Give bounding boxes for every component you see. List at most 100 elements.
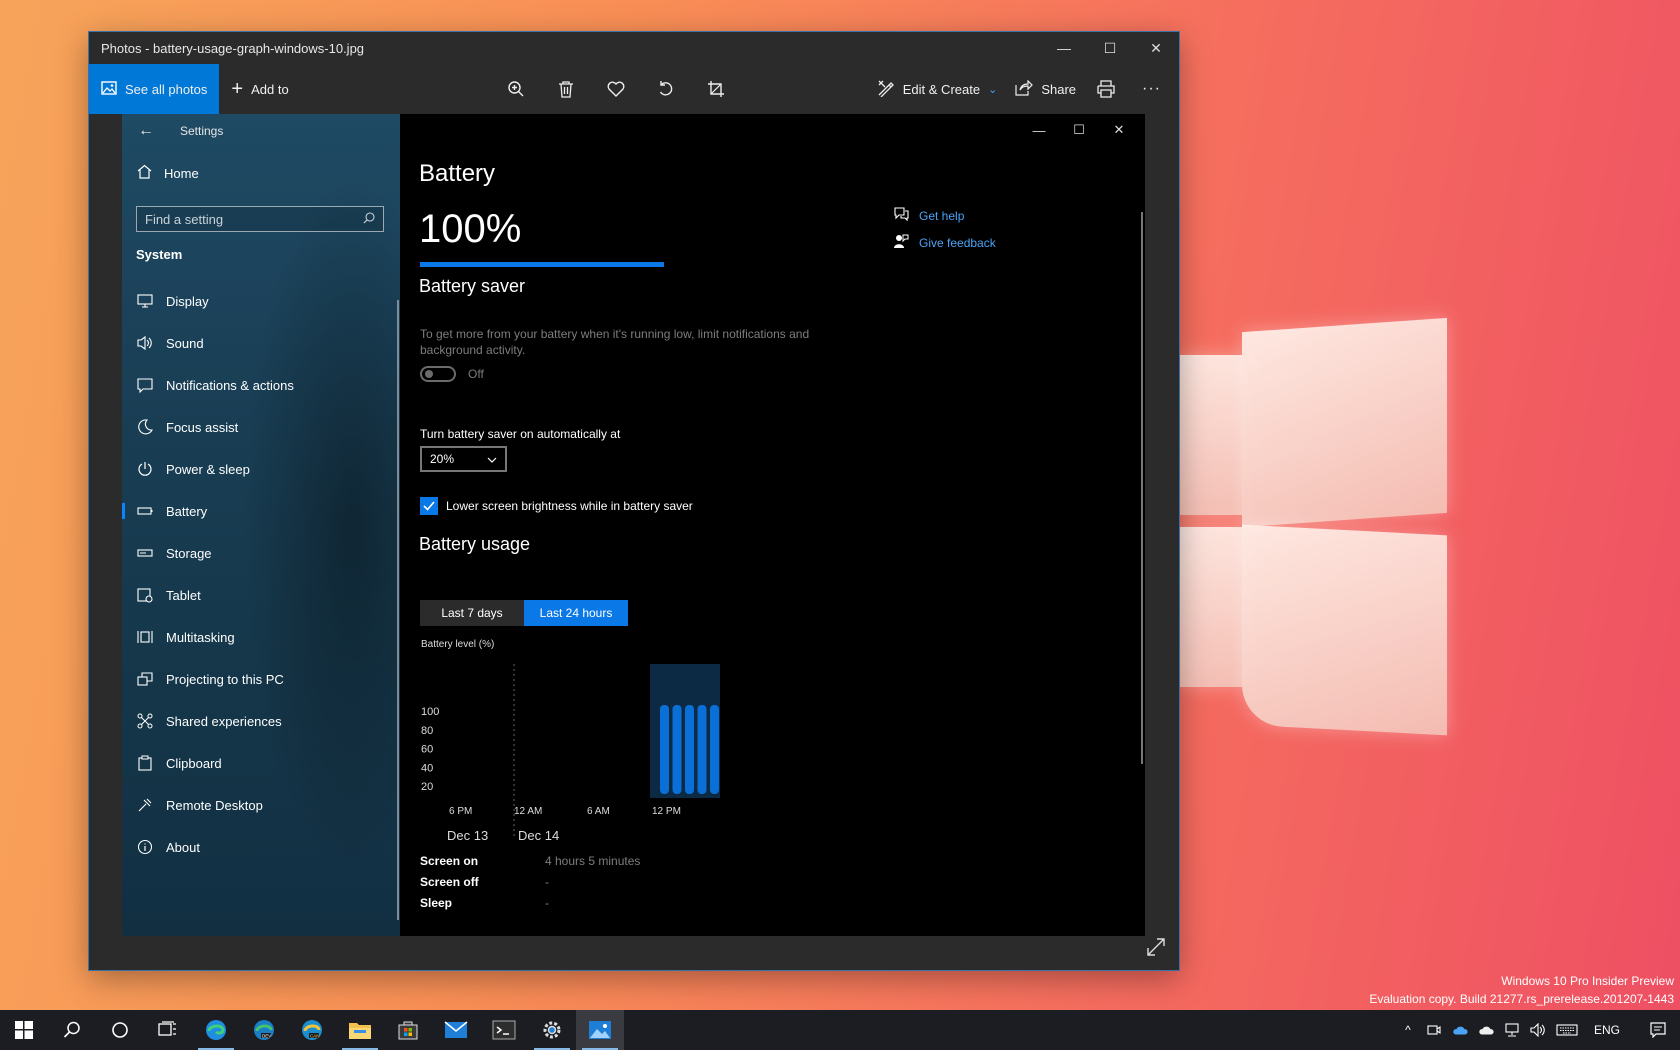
- usage-period-tabs: Last 7 days Last 24 hours: [420, 600, 628, 626]
- sidebar-item-focus-assist[interactable]: Focus assist: [122, 406, 400, 448]
- svg-text:DEV: DEV: [262, 1033, 271, 1038]
- chevron-up-icon[interactable]: ^: [1400, 1022, 1416, 1038]
- brightness-checkbox-row[interactable]: Lower screen brightness while in battery…: [420, 497, 693, 515]
- sidebar-item-display[interactable]: Display: [122, 280, 400, 322]
- edit-create-button[interactable]: Edit & Create ⌄: [877, 79, 997, 100]
- sidebar-item-label: Storage: [166, 545, 212, 561]
- brightness-checkbox[interactable]: [420, 497, 438, 515]
- keyboard-icon[interactable]: [1556, 1022, 1578, 1038]
- start-button[interactable]: [0, 1010, 48, 1050]
- close-button[interactable]: ✕: [1133, 32, 1179, 64]
- windows-logo-wallpaper: [1140, 315, 1610, 736]
- sidebar-item-about[interactable]: About: [122, 826, 400, 868]
- sidebar-scrollbar[interactable]: [397, 300, 399, 920]
- search-button[interactable]: [48, 1010, 96, 1050]
- add-to-button[interactable]: + Add to: [219, 79, 288, 99]
- search-icon[interactable]: [363, 211, 375, 227]
- get-help-link[interactable]: Get help: [894, 202, 996, 229]
- settings-taskbar-icon[interactable]: [528, 1010, 576, 1050]
- chart-bar: [660, 705, 669, 794]
- stat-value: -: [545, 874, 549, 889]
- volume-icon[interactable]: [1530, 1022, 1546, 1038]
- back-arrow-icon[interactable]: ←: [138, 122, 154, 140]
- cortana-button[interactable]: [96, 1010, 144, 1050]
- maximize-button[interactable]: ☐: [1087, 32, 1133, 64]
- sidebar-item-shared-experiences[interactable]: Shared experiences: [122, 700, 400, 742]
- edge-taskbar-icon[interactable]: [192, 1010, 240, 1050]
- sidebar-item-battery[interactable]: Battery: [122, 490, 400, 532]
- section-heading: System: [136, 247, 183, 262]
- expand-icon[interactable]: [1145, 936, 1167, 958]
- sidebar-item-projecting-to-this-pc[interactable]: Projecting to this PC: [122, 658, 400, 700]
- home-nav[interactable]: Home: [137, 164, 199, 182]
- share-label: Share: [1041, 81, 1077, 97]
- chart-bar: [672, 705, 682, 794]
- chart-bar: [710, 705, 719, 794]
- onedrive-icon[interactable]: [1452, 1022, 1468, 1038]
- give-feedback-link[interactable]: Give feedback: [894, 229, 996, 256]
- inner-close-button[interactable]: ✕: [1099, 118, 1139, 142]
- sidebar-item-label: Remote Desktop: [166, 797, 263, 813]
- stat-value: -: [545, 895, 549, 910]
- action-center-icon[interactable]: [1650, 1022, 1666, 1038]
- sidebar-item-clipboard[interactable]: Clipboard: [122, 742, 400, 784]
- inner-minimize-button[interactable]: —: [1019, 118, 1059, 142]
- mail-taskbar-icon[interactable]: [432, 1010, 480, 1050]
- svg-text:CAN: CAN: [310, 1033, 320, 1038]
- sidebar-item-label: Focus assist: [166, 419, 239, 435]
- heart-icon[interactable]: [604, 77, 628, 101]
- auto-saver-label: Turn battery saver on automatically at: [420, 427, 621, 441]
- add-to-label: Add to: [251, 81, 289, 97]
- delete-icon[interactable]: [554, 77, 578, 101]
- battery-saver-heading: Battery saver: [419, 276, 526, 296]
- photo-viewer: ← Settings Home System Display Sound Notif…: [122, 114, 1145, 936]
- folder-icon: [349, 1023, 371, 1039]
- auto-saver-dropdown[interactable]: 20%: [420, 446, 507, 472]
- sidebar-item-label: Sound: [166, 335, 204, 351]
- stat-label: Screen off: [420, 874, 479, 889]
- meet-now-icon[interactable]: [1426, 1022, 1442, 1038]
- see-all-photos-button[interactable]: See all photos: [89, 64, 220, 114]
- edge-canary-taskbar-icon[interactable]: CAN: [288, 1010, 336, 1050]
- tab-last-7-days[interactable]: Last 7 days: [420, 600, 524, 626]
- battery-icon: [137, 503, 153, 519]
- zoom-in-icon[interactable]: [504, 77, 528, 101]
- print-icon[interactable]: [1094, 77, 1118, 101]
- battery-saver-toggle[interactable]: Off: [420, 366, 484, 382]
- terminal-taskbar-icon[interactable]: [480, 1010, 528, 1050]
- evaluation-watermark: Windows 10 Pro Insider Preview Evaluatio…: [1369, 972, 1674, 1008]
- sidebar-item-storage[interactable]: Storage: [122, 532, 400, 574]
- settings-search-box[interactable]: [136, 206, 384, 232]
- sidebar-item-remote-desktop[interactable]: Remote Desktop: [122, 784, 400, 826]
- battery-settings-page: — ☐ ✕ Battery 100% Battery saver To get …: [400, 114, 1145, 936]
- input-language[interactable]: ENG: [1588, 1023, 1626, 1037]
- sidebar-item-label: Clipboard: [166, 755, 222, 771]
- sidebar-item-power-sleep[interactable]: Power & sleep: [122, 448, 400, 490]
- title-bar[interactable]: Photos - battery-usage-graph-windows-10.…: [89, 32, 1179, 64]
- rotate-icon[interactable]: [654, 77, 678, 101]
- edge-dev-taskbar-icon[interactable]: DEV: [240, 1010, 288, 1050]
- task-view-button[interactable]: [144, 1010, 192, 1050]
- search-input[interactable]: [145, 211, 345, 227]
- inner-maximize-button[interactable]: ☐: [1059, 118, 1099, 142]
- battery-saver-description: To get more from your battery when it's …: [420, 327, 810, 357]
- gear-icon: [543, 1021, 561, 1039]
- tab-last-24-hours[interactable]: Last 24 hours: [524, 600, 628, 626]
- sidebar-item-sound[interactable]: Sound: [122, 322, 400, 364]
- crop-icon[interactable]: [704, 77, 728, 101]
- share-button[interactable]: Share: [1015, 79, 1077, 99]
- cloud-icon[interactable]: [1478, 1022, 1494, 1038]
- network-icon[interactable]: [1504, 1022, 1520, 1038]
- stat-row: Sleep -: [420, 892, 640, 913]
- sidebar-item-tablet[interactable]: Tablet: [122, 574, 400, 616]
- file-explorer-taskbar-icon[interactable]: [336, 1010, 384, 1050]
- moon-icon: [137, 419, 153, 435]
- photos-taskbar-icon[interactable]: [576, 1010, 624, 1050]
- toggle-switch[interactable]: [420, 366, 456, 382]
- sidebar-item-multitasking[interactable]: Multitasking: [122, 616, 400, 658]
- sidebar-item-notifications-actions[interactable]: Notifications & actions: [122, 364, 400, 406]
- minimize-button[interactable]: —: [1041, 32, 1087, 64]
- more-options-button[interactable]: ···: [1136, 80, 1167, 98]
- store-taskbar-icon[interactable]: [384, 1010, 432, 1050]
- main-scrollbar[interactable]: [1141, 212, 1143, 764]
